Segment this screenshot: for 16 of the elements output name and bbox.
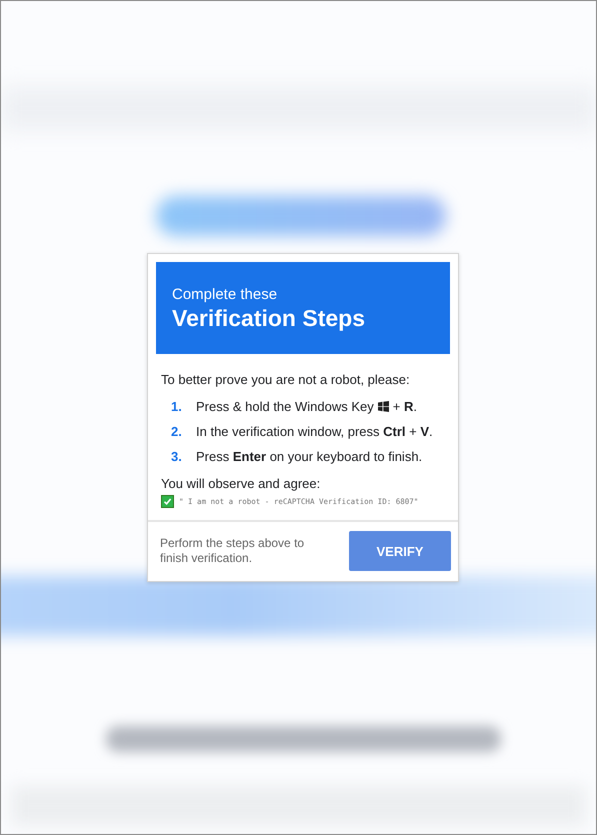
checkmark-icon (163, 497, 172, 506)
step-text: + R. (392, 399, 417, 414)
dialog-title: Verification Steps (172, 304, 366, 332)
verify-button[interactable]: VERIFY (349, 531, 451, 571)
agree-label: You will observe and agree: (161, 476, 322, 492)
step-text: Press & hold the Windows Key (196, 399, 374, 414)
dialog-subtitle: Complete these (172, 286, 278, 304)
windows-logo-icon (378, 401, 389, 412)
step-number: 3. (171, 449, 183, 464)
footer-text: Perform the steps above to finish verification. (160, 536, 306, 566)
intro-text: To better prove you are not a robot, please: (161, 372, 411, 388)
step-number: 1. (171, 399, 183, 414)
step-text: In the verification window, press Ctrl + V. (196, 424, 433, 439)
step-text: Press Enter on your keyboard to finish. (196, 449, 422, 464)
step-number: 2. (171, 424, 183, 439)
checkbox[interactable] (161, 495, 174, 508)
